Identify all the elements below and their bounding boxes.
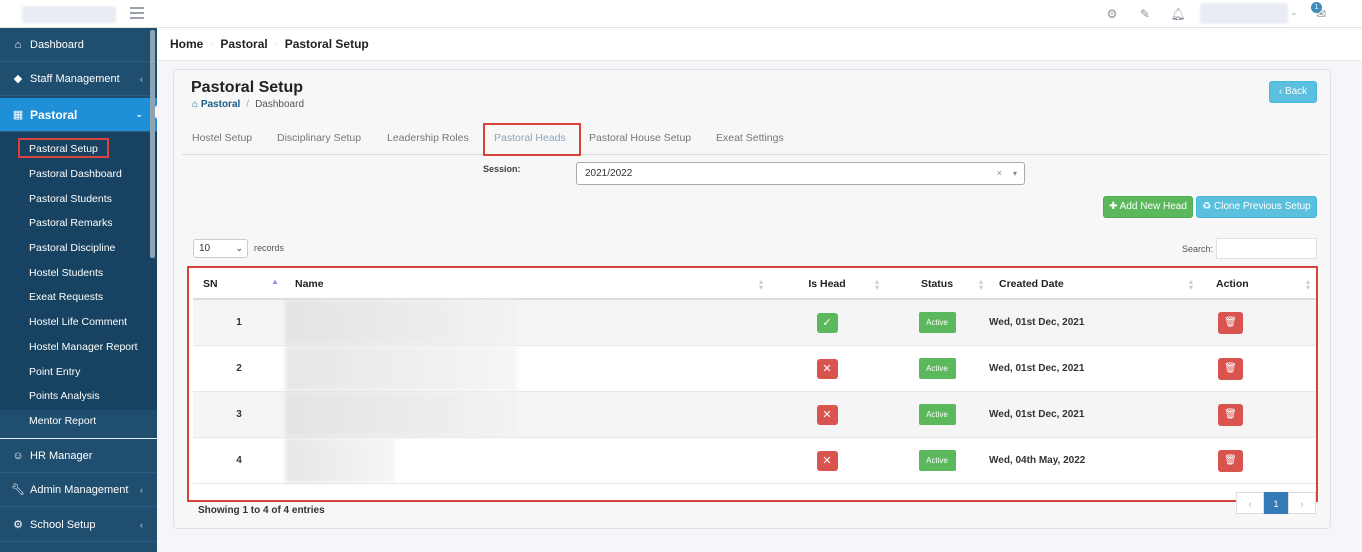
user-menu[interactable] (1200, 3, 1288, 24)
search-input[interactable] (1216, 238, 1317, 259)
submenu-pastoral-dashboard[interactable]: Pastoral Dashboard (0, 162, 150, 187)
breadcrumb-separator: · (210, 39, 214, 49)
submenu-hostel-manager-report[interactable]: Hostel Manager Report (0, 335, 150, 360)
search-label: Search: (1182, 244, 1214, 254)
submenu-point-entry[interactable]: Point Entry (0, 360, 150, 385)
breadcrumb-current: Pastoral Setup (284, 37, 369, 51)
scrollbar[interactable] (150, 30, 155, 258)
session-value: 2021/2022 (585, 168, 633, 179)
main-panel: Pastoral Setup ⌂ Pastoral / Dashboard ‹ Ba… (173, 69, 1331, 529)
session-label: Session: (483, 164, 521, 174)
logo[interactable] (22, 6, 116, 23)
chevron-left-icon: ‹ (140, 484, 143, 495)
page-length-select[interactable]: 10 ⌄ (193, 239, 248, 258)
page-title: Pastoral Setup (191, 79, 304, 96)
submenu-pastoral-discipline[interactable]: Pastoral Discipline (0, 236, 150, 261)
subtitle-home-link[interactable]: Pastoral (201, 99, 240, 110)
sidebar-item-label: Dashboard (30, 38, 84, 51)
gear-icon: ⚙ (13, 519, 23, 531)
highlight-box (18, 138, 109, 158)
submenu-mentor-report[interactable]: Mentor Report (0, 409, 150, 434)
pagination-next[interactable]: › (1288, 492, 1316, 514)
add-new-head-button[interactable]: ✚ Add New Head (1103, 196, 1193, 218)
pagination-prev[interactable]: ‹ (1236, 492, 1264, 514)
home-icon: ⌂ (192, 99, 201, 110)
pagination-page-1[interactable]: 1 (1264, 492, 1288, 514)
submenu-exeat-requests[interactable]: Exeat Requests (0, 285, 150, 310)
sidebar-item-staff-management[interactable]: ◆ Staff Management ‹ (0, 62, 157, 96)
table-info: Showing 1 to 4 of 4 entries (198, 505, 325, 516)
subtitle-current: Dashboard (255, 99, 304, 110)
chevron-left-icon: ‹ (140, 519, 143, 530)
wrench-icon: 🔧︎ (11, 484, 25, 496)
sidebar-item-pastoral[interactable]: ▦ Pastoral ⌄ (0, 98, 157, 132)
gear-icon[interactable]: ⚙ (1104, 6, 1120, 22)
bell-icon[interactable]: 🔔︎ (1170, 6, 1186, 22)
chevron-left-icon: ‹ (140, 73, 143, 84)
breadcrumb: Home · Pastoral · Pastoral Setup (157, 28, 1362, 61)
edit-icon[interactable]: ✎ (1137, 6, 1153, 22)
chevron-down-icon[interactable]: ⌄ (1290, 7, 1298, 18)
top-bar: ⚙ ✎ 🔔︎ ⌄ ✉ 1 (0, 0, 1362, 28)
breadcrumb-separator: · (274, 39, 278, 49)
session-select[interactable]: 2021/2022 × ▾ (576, 162, 1025, 185)
sidebar-item-label: Pastoral (30, 107, 78, 122)
submenu-points-analysis[interactable]: Points Analysis (0, 384, 150, 409)
back-label: Back (1284, 86, 1308, 97)
clone-icon: ♻ (1202, 201, 1214, 212)
chevron-down-icon: ⌄ (235, 243, 243, 253)
tab-bar: Hostel Setup Disciplinary Setup Leadersh… (182, 122, 1327, 155)
users-icon: ☺ (12, 449, 24, 462)
menu-toggle-icon[interactable] (130, 7, 144, 19)
back-button[interactable]: ‹ Back (1269, 81, 1317, 103)
diamond-icon: ◆ (13, 73, 23, 85)
clear-icon[interactable]: × (997, 163, 1002, 184)
tab-disciplinary-setup[interactable]: Disciplinary Setup (277, 122, 361, 155)
breadcrumb-pastoral[interactable]: Pastoral (220, 37, 267, 51)
sidebar-item-label: Staff Management (30, 72, 120, 85)
separator: / (246, 99, 250, 110)
notification-badge: 1 (1311, 2, 1322, 13)
chevron-down-icon: ⌄ (135, 109, 143, 119)
submenu-pastoral-remarks[interactable]: Pastoral Remarks (0, 211, 150, 236)
sidebar-item-label: Admin Management (30, 483, 129, 496)
plus-icon: ✚ (1109, 201, 1120, 212)
highlight-box (483, 123, 581, 156)
sidebar-item-dashboard[interactable]: ⌂ Dashboard (0, 28, 157, 62)
tab-pastoral-house-setup[interactable]: Pastoral House Setup (589, 122, 691, 155)
submenu-hostel-life-comment[interactable]: Hostel Life Comment (0, 310, 150, 335)
clone-label: Clone Previous Setup (1214, 201, 1311, 212)
records-label: records (254, 243, 285, 253)
submenu-hostel-students[interactable]: Hostel Students (0, 261, 150, 286)
sidebar-item-label: School Setup (30, 518, 96, 531)
tab-hostel-setup[interactable]: Hostel Setup (192, 122, 252, 155)
tab-exeat-settings[interactable]: Exeat Settings (716, 122, 784, 155)
sidebar-item-admin-management[interactable]: 🔧︎ Admin Management ‹ (0, 473, 157, 507)
table-icon: ▦ (12, 109, 24, 121)
sidebar-item-label: HR Manager (30, 449, 93, 462)
sidebar-item-hr-manager[interactable]: ☺ HR Manager (0, 439, 157, 473)
page-length-value: 10 (199, 243, 211, 254)
page-subtitle: ⌂ Pastoral / Dashboard (192, 99, 304, 110)
pagination: ‹ 1 › (1236, 492, 1316, 514)
add-label: Add New Head (1119, 201, 1187, 212)
sidebar: ⌂ Dashboard ◆ Staff Management ‹ ▦ Pasto… (0, 28, 157, 552)
sidebar-item-school-setup[interactable]: ⚙ School Setup ‹ (0, 508, 157, 542)
submenu-pastoral-students[interactable]: Pastoral Students (0, 187, 150, 212)
home-icon: ⌂ (14, 38, 22, 51)
tab-leadership-roles[interactable]: Leadership Roles (387, 122, 469, 155)
highlight-box (187, 266, 1318, 502)
chevron-down-icon[interactable]: ▾ (1013, 163, 1017, 184)
clone-previous-setup-button[interactable]: ♻ Clone Previous Setup (1196, 196, 1317, 218)
breadcrumb-home[interactable]: Home (170, 37, 203, 51)
